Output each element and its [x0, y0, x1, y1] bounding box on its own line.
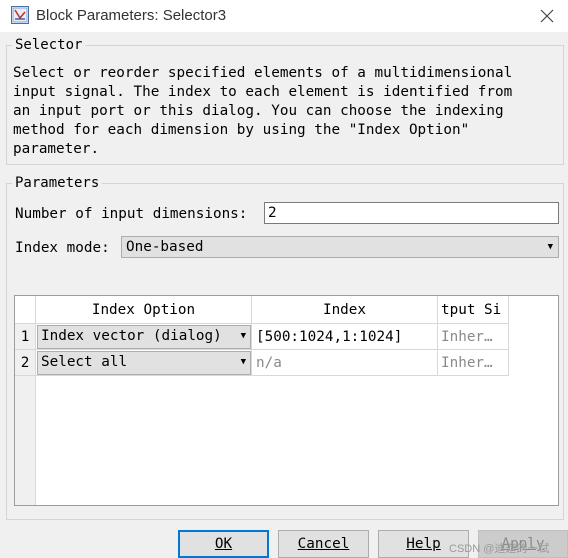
- dropdown-arrow-icon: ▼: [547, 242, 553, 252]
- output-size-cell[interactable]: Inher…: [438, 350, 509, 376]
- column-header-index[interactable]: Index: [252, 296, 438, 324]
- block-description: Select or reorder specified elements of …: [13, 65, 513, 157]
- index-mode-label: Index mode:: [15, 240, 110, 256]
- title-bar: Block Parameters: Selector3: [0, 0, 568, 32]
- row-header-strip: [15, 376, 36, 505]
- row-number: 1: [15, 324, 36, 350]
- window-title: Block Parameters: Selector3: [36, 7, 227, 24]
- index-cell[interactable]: [500:1024,1:1024]: [252, 324, 438, 350]
- column-header-index-option[interactable]: Index Option: [36, 296, 252, 324]
- num-dims-input[interactable]: 2: [264, 202, 559, 224]
- num-dims-label: Number of input dimensions:: [15, 206, 248, 222]
- column-header-output-size[interactable]: tput Si: [438, 296, 509, 324]
- index-mode-value: One-based: [126, 239, 204, 255]
- index-option-select[interactable]: Index vector (dialog) ▼: [37, 325, 251, 349]
- index-option-value: Index vector (dialog): [41, 328, 222, 344]
- output-size-cell[interactable]: Inher…: [438, 324, 509, 350]
- index-table: Index Option Index tput Si 1 Index vecto…: [14, 295, 559, 506]
- row-number: 2: [15, 350, 36, 376]
- close-icon: [540, 9, 554, 23]
- dropdown-arrow-icon: ▼: [240, 331, 246, 341]
- index-cell[interactable]: n/a: [252, 350, 438, 376]
- index-option-value: Select all: [41, 354, 128, 370]
- parameters-group-label: Parameters: [12, 175, 103, 191]
- simulink-block-icon: [11, 6, 29, 24]
- selector-group-label: Selector: [12, 37, 86, 53]
- table-corner: [15, 296, 36, 324]
- index-option-select[interactable]: Select all ▼: [37, 351, 251, 375]
- dropdown-arrow-icon: ▼: [240, 357, 246, 367]
- ok-button[interactable]: OK: [178, 530, 269, 558]
- close-button[interactable]: [532, 2, 562, 30]
- watermark: CSDN @迪迦的一试: [449, 543, 550, 555]
- index-mode-select[interactable]: One-based ▼: [121, 236, 559, 258]
- cancel-button[interactable]: Cancel: [278, 530, 369, 558]
